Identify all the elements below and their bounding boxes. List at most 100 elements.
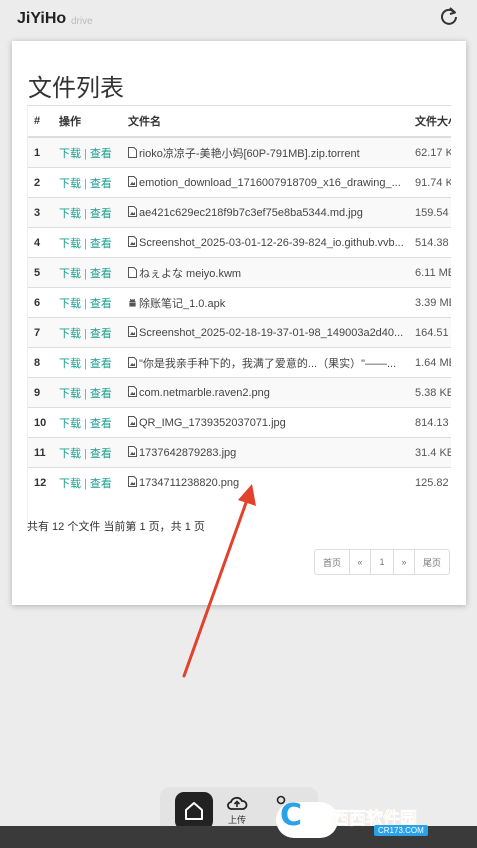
home-button[interactable] (175, 792, 213, 830)
action-separator: | (84, 357, 87, 370)
row-actions: 下载 | 查看 (53, 167, 122, 198)
download-link[interactable]: 下载 (59, 238, 81, 250)
table-row: 11 下载 | 查看 1737642879283.jpg 31.4 KB (28, 437, 451, 468)
view-link[interactable]: 查看 (90, 268, 112, 280)
row-filesize: 91.74 KB (409, 167, 451, 198)
row-actions: 下载 | 查看 (53, 407, 122, 438)
row-filename[interactable]: 1737642879283.jpg (122, 437, 409, 468)
download-link[interactable]: 下载 (59, 478, 81, 490)
row-index: 8 (28, 347, 53, 378)
download-link[interactable]: 下载 (59, 358, 81, 370)
row-filesize: 159.54 KB (409, 197, 451, 228)
view-link[interactable]: 查看 (90, 178, 112, 190)
view-link[interactable]: 查看 (90, 418, 112, 430)
view-link[interactable]: 查看 (90, 328, 112, 340)
file-icon (128, 266, 137, 278)
row-filename[interactable]: ねぇよな meiyo.kwm (122, 257, 409, 288)
row-actions: 下载 | 查看 (53, 257, 122, 288)
file-name: Screenshot_2025-03-01-12-26-39-824_io.gi… (139, 237, 404, 249)
image-icon (128, 446, 137, 457)
row-filename[interactable]: 1734711238820.png (122, 467, 409, 497)
row-filesize: 6.11 MB (409, 257, 451, 288)
view-link[interactable]: 查看 (90, 208, 112, 220)
download-link[interactable]: 下载 (59, 448, 81, 460)
download-link[interactable]: 下载 (59, 328, 81, 340)
file-name: emotion_download_1716007918709_x16_drawi… (139, 177, 401, 189)
action-separator: | (84, 177, 87, 190)
row-filesize: 514.38 KB (409, 227, 451, 258)
table-row: 5下载|查看ねぇよな meiyo.kwm6.11 MB (28, 257, 451, 288)
row-index: 2 (28, 167, 53, 198)
action-separator: | (84, 447, 87, 460)
download-link[interactable]: 下载 (59, 148, 81, 160)
table-row: 1 下载 | 查看 rioko凉凉子-美艳小妈[60P-791MB].zip.torre… (28, 136, 451, 168)
table-header-row: # 操作 文件名 文件大小 (28, 106, 451, 138)
row-index: 1 (28, 136, 53, 168)
row-filename[interactable]: rioko凉凉子-美艳小妈[60P-791MB].zip.torrent (122, 136, 409, 168)
row-filename[interactable]: ae421c629ec218f9b7c3ef75e8ba5344.md.jpg (122, 197, 409, 228)
row-actions: 下载 | 查看 (53, 317, 122, 348)
action-separator: | (84, 237, 87, 250)
row-index: 7 (28, 317, 53, 348)
prev-page-button[interactable]: « (349, 550, 370, 574)
download-link[interactable]: 下载 (59, 268, 81, 280)
file-icon (128, 146, 137, 158)
first-page-button[interactable]: 首页 (315, 550, 349, 574)
row-filesize: 814.13 KB (409, 407, 451, 438)
view-link[interactable]: 查看 (90, 358, 112, 370)
image-icon (128, 416, 137, 427)
download-link[interactable]: 下载 (59, 298, 81, 310)
row-actions: 下载 | 查看 (53, 287, 122, 318)
current-page[interactable]: 1 (370, 550, 393, 574)
view-link[interactable]: 查看 (90, 298, 112, 310)
download-link[interactable]: 下载 (59, 418, 81, 430)
table-row: 8 下载 | 查看 "你是我亲手种下的，我满了爱意的...（果实）"——... 1.64 … (28, 347, 451, 378)
file-name: 1737642879283.jpg (139, 447, 237, 459)
app-brand: JiYiHo (17, 10, 67, 27)
row-filename[interactable]: Screenshot_2025-02-18-19-37-01-98_149003… (122, 317, 409, 348)
image-icon (128, 386, 137, 397)
file-name: QR_IMG_1739352037071.jpg (139, 417, 286, 429)
download-link[interactable]: 下载 (59, 388, 81, 400)
image-icon (128, 206, 137, 217)
row-index: 3 (28, 197, 53, 228)
upload-button[interactable]: 上传 (226, 795, 248, 826)
download-link[interactable]: 下载 (59, 208, 81, 220)
row-filename[interactable]: com.netmarble.raven2.png (122, 377, 409, 408)
watermark-letter: C (280, 798, 303, 833)
action-separator: | (84, 387, 87, 400)
image-icon (128, 236, 137, 247)
row-filesize: 164.51 KB (409, 317, 451, 348)
header-filesize: 文件大小 (409, 106, 451, 138)
table-row: 2 下载 | 查看 emotion_download_1716007918709_x16… (28, 167, 451, 198)
file-table-container[interactable]: # 操作 文件名 文件大小 1下载|查看rioko凉凉子-美艳小妈[60P-79… (27, 105, 451, 528)
row-actions: 下载 | 查看 (53, 377, 122, 408)
cloud-upload-icon (227, 796, 248, 810)
row-filename[interactable]: "你是我亲手种下的，我满了爱意的...（果实）"——... (122, 347, 409, 378)
table-row: 4 下载 | 查看 Screenshot_2025-03-01-12-26-39-824… (28, 227, 451, 258)
last-page-button[interactable]: 尾页 (414, 550, 449, 574)
next-page-button[interactable]: » (393, 550, 414, 574)
row-filename[interactable]: emotion_download_1716007918709_x16_drawi… (122, 167, 409, 198)
action-separator: | (84, 417, 87, 430)
view-link[interactable]: 查看 (90, 448, 112, 460)
view-link[interactable]: 查看 (90, 478, 112, 490)
row-filesize: 3.39 MB (409, 287, 451, 318)
table-row: 7 下载 | 查看 Screenshot_2025-02-18-19-37-01-98_… (28, 317, 451, 348)
file-name: ae421c629ec218f9b7c3ef75e8ba5344.md.jpg (139, 207, 363, 219)
row-filesize: 1.64 MB (409, 347, 451, 378)
refresh-icon[interactable] (439, 6, 459, 26)
row-index: 4 (28, 227, 53, 258)
view-link[interactable]: 查看 (90, 148, 112, 160)
row-actions: 下载 | 查看 (53, 467, 122, 497)
view-link[interactable]: 查看 (90, 388, 112, 400)
row-filename[interactable]: Screenshot_2025-03-01-12-26-39-824_io.gi… (122, 227, 409, 258)
file-table: # 操作 文件名 文件大小 1下载|查看rioko凉凉子-美艳小妈[60P-79… (28, 106, 451, 497)
row-index: 10 (28, 407, 53, 438)
row-filename[interactable]: QR_IMG_1739352037071.jpg (122, 407, 409, 438)
file-list-card: 文件列表 # 操作 文件名 文件大小 1下载|查看rioko凉凉子-美艳小妈[6… (12, 41, 466, 605)
download-link[interactable]: 下载 (59, 178, 81, 190)
row-filename[interactable]: 除账笔记_1.0.apk (122, 287, 409, 318)
view-link[interactable]: 查看 (90, 238, 112, 250)
table-row: 3 下载 | 查看 ae421c629ec218f9b7c3ef75e8ba5344.m… (28, 197, 451, 228)
